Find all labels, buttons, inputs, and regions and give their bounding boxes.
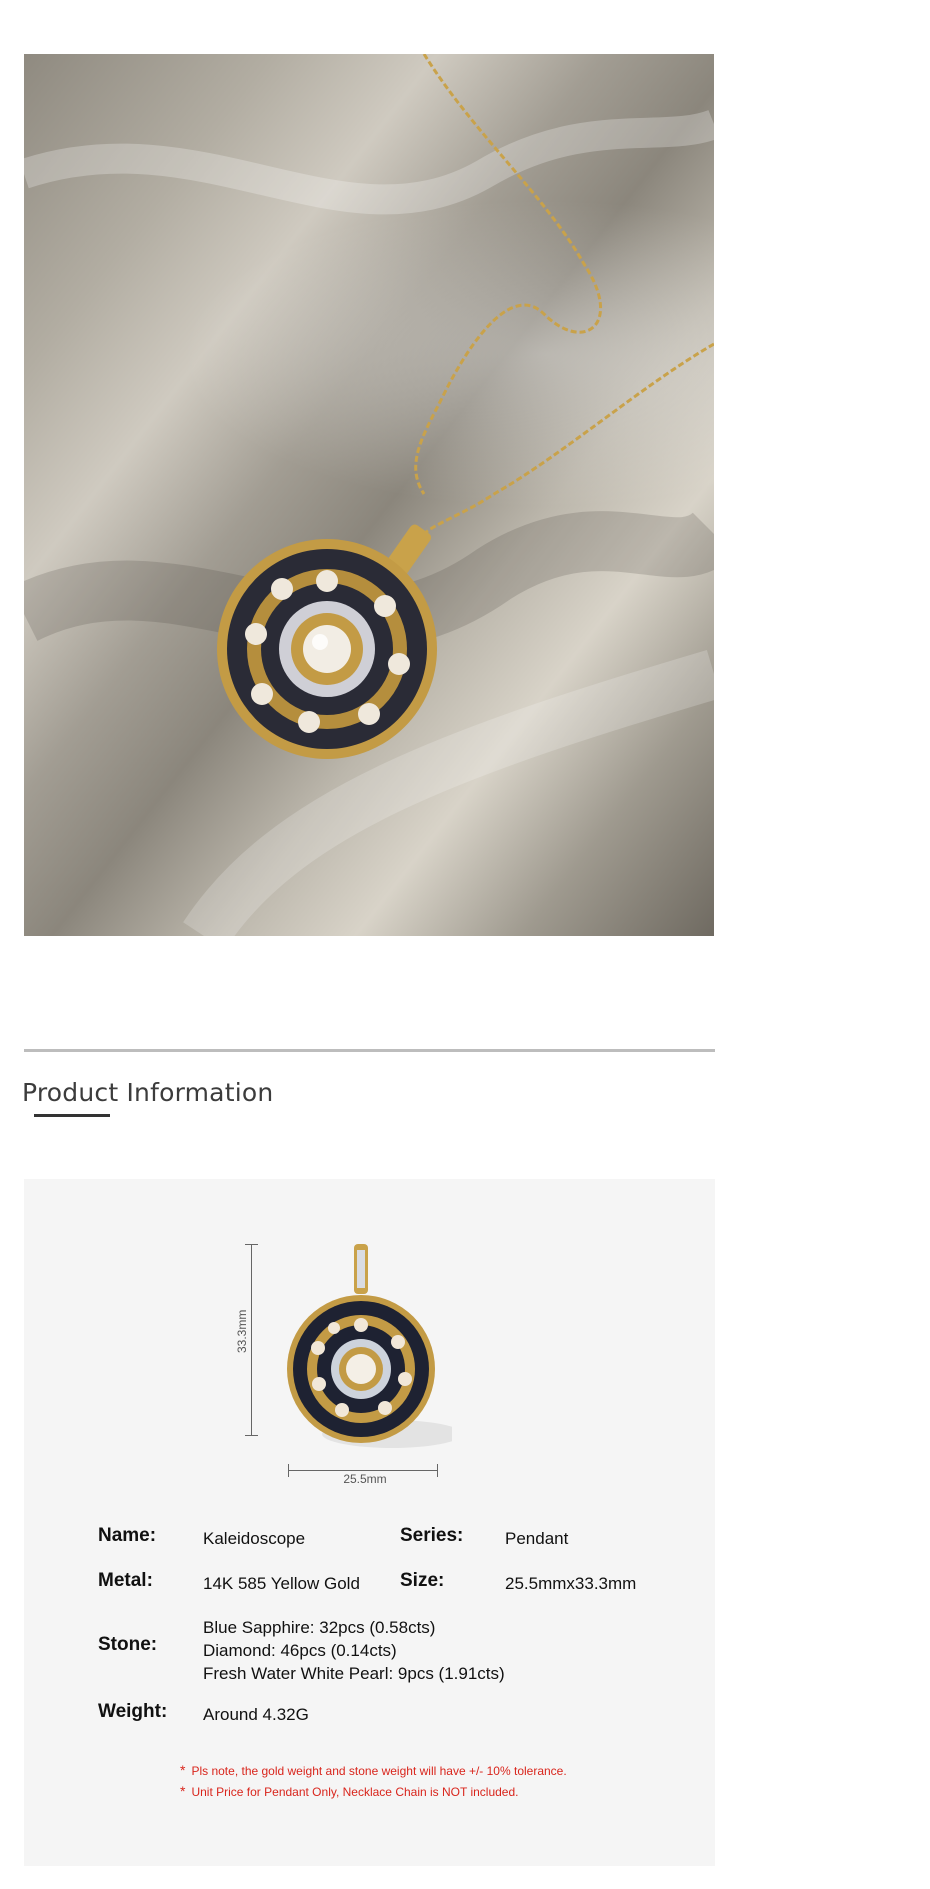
height-dimension-cap-bottom [245,1435,258,1436]
weight-value: Around 4.32G [203,1705,309,1724]
tolerance-note: * Pls note, the gold weight and stone wei… [180,1762,567,1778]
chain-note-text: Unit Price for Pendant Only, Necklace Ch… [191,1785,519,1799]
section-divider [24,1049,715,1052]
title-underline [34,1114,110,1117]
asterisk-icon: * [180,1762,186,1778]
width-dimension-label: 25.5mm [343,1472,387,1486]
product-photo [24,54,714,936]
width-dimension-cap-left [288,1464,289,1477]
width-dimension-line [288,1470,438,1471]
stone-value-diamond: Diamond: 46pcs (0.14cts) [203,1641,397,1660]
size-value: 25.5mmx33.3mm [505,1574,637,1593]
series-label: Series: [400,1525,464,1546]
section-title: Product Information [22,1078,274,1107]
metal-label: Metal: [98,1570,153,1591]
height-dimension-cap-top [245,1244,258,1245]
width-dimension-cap-right [437,1464,438,1477]
asterisk-icon: * [180,1783,186,1799]
series-value: Pendant [505,1529,569,1548]
weight-label: Weight: [98,1701,168,1722]
stone-label: Stone: [98,1634,158,1655]
name-label: Name: [98,1525,157,1546]
pendant-diagram-image [287,1244,452,1448]
stone-value-sapphire: Blue Sapphire: 32pcs (0.58cts) [203,1618,436,1637]
tolerance-note-text: Pls note, the gold weight and stone weig… [191,1764,567,1778]
name-value: Kaleidoscope [203,1529,306,1548]
height-dimension-label: 33.3mm [235,1309,249,1353]
height-dimension-line [251,1244,252,1436]
pendant-necklace-image [24,54,714,936]
size-label: Size: [400,1570,445,1591]
chain-note: * Unit Price for Pendant Only, Necklace C… [180,1783,519,1799]
stone-value-pearl: Fresh Water White Pearl: 9pcs (1.91cts) [203,1664,505,1683]
metal-value: 14K 585 Yellow Gold [203,1574,360,1593]
